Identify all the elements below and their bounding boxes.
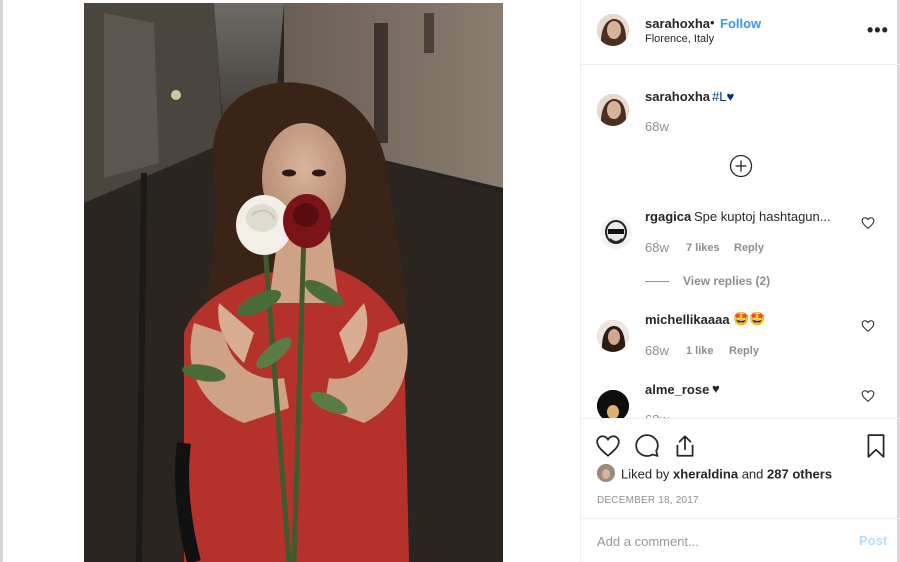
avatar-image	[597, 464, 615, 482]
follow-button[interactable]: Follow	[720, 16, 761, 31]
post-location[interactable]: Florence, Italy	[645, 33, 714, 45]
comment-username[interactable]: michellikaaaa	[645, 312, 730, 327]
caption-avatar[interactable]	[597, 94, 629, 126]
comment-likes[interactable]: 1 like	[686, 345, 714, 357]
comment-input[interactable]	[597, 531, 837, 551]
post-button[interactable]: Post	[859, 533, 887, 548]
avatar-image	[597, 320, 629, 352]
post-actions: Liked by xheraldina and 287 others DECEM…	[581, 418, 900, 518]
more-icon[interactable]: •••	[867, 20, 889, 41]
avatar-image	[600, 217, 632, 249]
comment-like-icon[interactable]	[861, 389, 875, 403]
heart-icon[interactable]	[595, 433, 621, 459]
likes-prefix: Liked by	[621, 466, 670, 482]
comment-avatar[interactable]	[597, 390, 629, 418]
comment-like-icon[interactable]	[861, 216, 875, 230]
likes-and: and	[741, 466, 764, 482]
comment-age[interactable]: 68w	[645, 240, 669, 255]
avatar-image	[597, 390, 629, 418]
caption-age[interactable]: 68w	[645, 119, 669, 134]
comment-text: 🤩🤩	[733, 311, 766, 326]
likes-summary: Liked by xheraldina and 287 others	[597, 464, 832, 484]
caption-hashtag[interactable]: #L♥	[712, 89, 734, 104]
share-icon[interactable]	[672, 433, 698, 459]
comment-like-icon[interactable]	[861, 319, 875, 333]
post-side-panel: sarahoxha • Follow Florence, Italy ••• s…	[580, 0, 900, 562]
view-replies-button[interactable]: View replies (2)	[645, 274, 770, 288]
photo-illustration	[84, 3, 503, 562]
comment-icon[interactable]	[634, 433, 660, 459]
avatar-image	[597, 94, 629, 126]
view-replies-label: View replies (2)	[683, 274, 771, 288]
post-photo[interactable]	[84, 3, 503, 562]
post-modal: sarahoxha • Follow Florence, Italy ••• s…	[0, 0, 900, 562]
comment-username[interactable]: alme_rose	[645, 382, 709, 397]
author-username[interactable]: sarahoxha	[645, 16, 710, 31]
divider-line	[645, 281, 669, 283]
comment-avatar[interactable]	[597, 320, 629, 352]
separator-dot: •	[710, 15, 715, 30]
author-avatar[interactable]	[597, 14, 629, 46]
comment-likes[interactable]: 7 likes	[686, 242, 720, 254]
liker-avatar[interactable]	[597, 464, 615, 482]
caption-username[interactable]: sarahoxha	[645, 89, 710, 104]
bookmark-icon[interactable]	[863, 433, 889, 459]
comment-reply-button[interactable]: Reply	[729, 345, 759, 357]
comment-text: Spe kuptoj hashtagun...	[694, 209, 831, 224]
avatar-image	[597, 14, 629, 46]
likes-count[interactable]: 287 others	[767, 466, 832, 481]
comment-avatar[interactable]	[600, 217, 632, 249]
comment-text: ♥	[712, 381, 720, 396]
comment-username[interactable]: rgagica	[645, 209, 691, 224]
liker-username[interactable]: xheraldina	[673, 466, 738, 481]
add-circle-icon[interactable]	[729, 154, 753, 178]
comment-age[interactable]: 68w	[645, 343, 669, 358]
add-comment-bar: Post	[581, 518, 900, 562]
post-date[interactable]: DECEMBER 18, 2017	[597, 495, 699, 506]
post-header: sarahoxha • Follow Florence, Italy •••	[581, 0, 900, 65]
comment-reply-button[interactable]: Reply	[734, 242, 764, 254]
comments-list[interactable]: sarahoxha #L♥ 68w rgagica Spe kuptoj has…	[581, 66, 900, 418]
